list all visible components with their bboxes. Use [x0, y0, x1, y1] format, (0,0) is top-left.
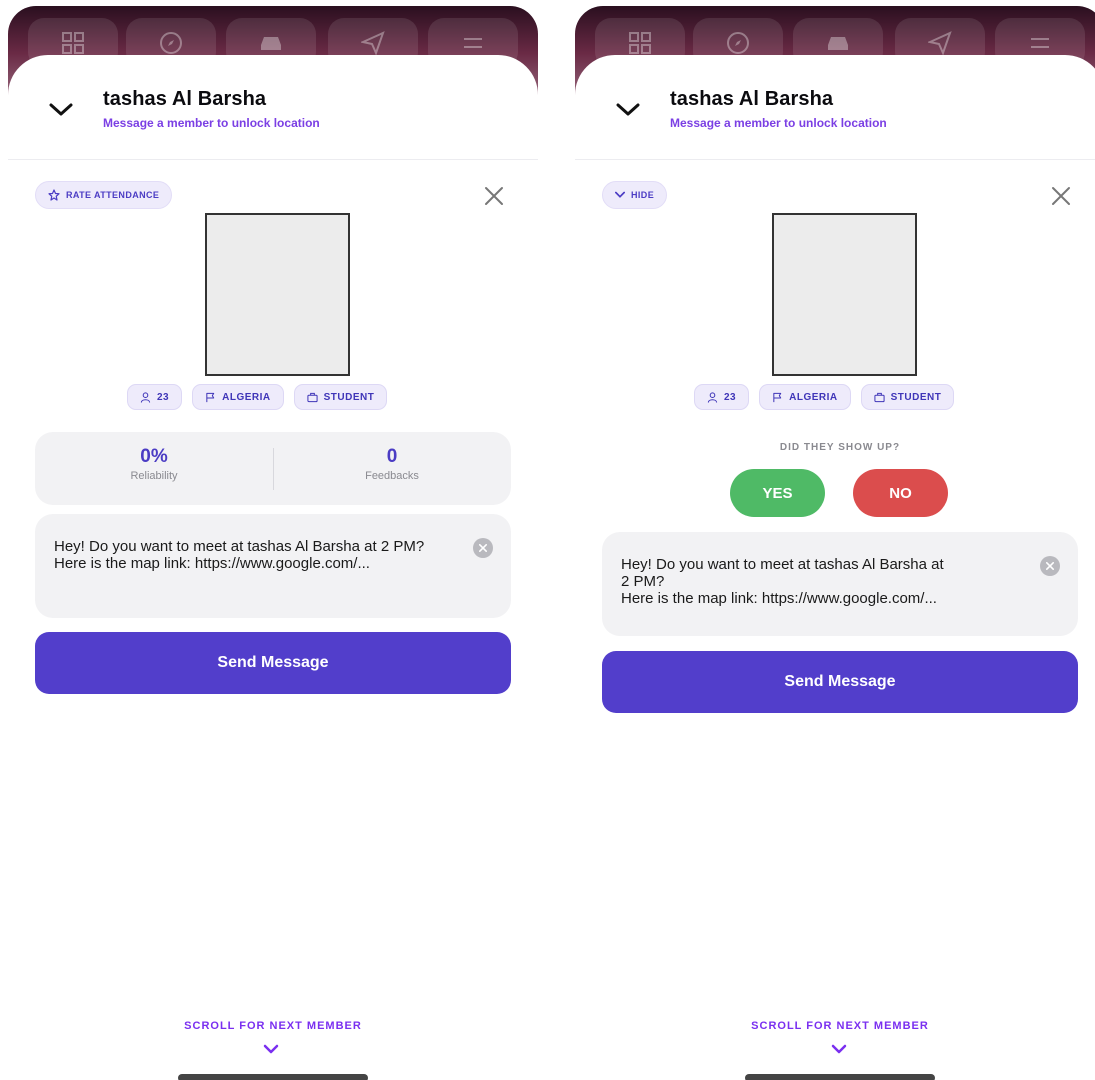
- hide-button[interactable]: HIDE: [602, 181, 668, 209]
- star-icon: [48, 189, 60, 201]
- grid-icon: [62, 32, 84, 54]
- home-indicator: [745, 1074, 935, 1080]
- scroll-hint: SCROLL FOR NEXT MEMBER: [751, 1020, 929, 1032]
- reliability-label: Reliability: [130, 470, 178, 482]
- paper-plane-icon: [361, 31, 385, 55]
- bottom-sheet: tashas Al Barsha Message a member to unl…: [575, 55, 1095, 1080]
- unlock-hint[interactable]: Message a member to unlock location: [670, 116, 887, 130]
- country-chip: ALGERIA: [759, 384, 851, 410]
- country-chip: ALGERIA: [192, 384, 284, 410]
- venue-title: tashas Al Barsha: [670, 88, 834, 110]
- clear-icon: [1046, 562, 1054, 570]
- hide-label: HIDE: [631, 190, 655, 200]
- age-chip: 23: [127, 384, 183, 410]
- briefcase-icon: [874, 392, 885, 402]
- close-icon[interactable]: [1049, 184, 1073, 208]
- unlock-hint[interactable]: Message a member to unlock location: [103, 116, 320, 130]
- age-value: 23: [724, 391, 737, 403]
- screen-rate-attendance: tashas Al Barsha Message a member to unl…: [8, 0, 538, 1080]
- bottom-sheet: tashas Al Barsha Message a member to unl…: [8, 55, 538, 1080]
- member-photo: [772, 213, 917, 376]
- message-text[interactable]: Hey! Do you want to meet at tashas Al Ba…: [54, 538, 464, 572]
- car-icon: [261, 37, 281, 50]
- stats-card: 0% Reliability 0 Feedbacks: [35, 432, 511, 505]
- sheet-header: tashas Al Barsha Message a member to unl…: [575, 55, 1095, 160]
- country-value: ALGERIA: [789, 391, 838, 403]
- car-icon: [828, 37, 848, 50]
- message-field[interactable]: Hey! Do you want to meet at tashas Al Ba…: [35, 514, 511, 618]
- scroll-chevron-icon[interactable]: [263, 1044, 279, 1054]
- flag-icon: [206, 392, 215, 402]
- compass-icon: [160, 32, 182, 54]
- person-icon: [140, 391, 151, 403]
- feedbacks-label: Feedbacks: [365, 470, 419, 482]
- home-indicator: [178, 1074, 368, 1080]
- grid-icon: [629, 32, 651, 54]
- paper-plane-icon: [928, 31, 952, 55]
- rate-attendance-button[interactable]: RATE ATTENDANCE: [35, 181, 173, 209]
- message-text[interactable]: Hey! Do you want to meet at tashas Al Ba…: [621, 556, 1031, 607]
- flag-icon: [773, 392, 782, 402]
- attendance-question: DID THEY SHOW UP?: [779, 442, 901, 453]
- close-icon[interactable]: [482, 184, 506, 208]
- message-field[interactable]: Hey! Do you want to meet at tashas Al Ba…: [602, 532, 1078, 636]
- scroll-hint: SCROLL FOR NEXT MEMBER: [184, 1020, 362, 1032]
- feedbacks-value: 0: [386, 446, 398, 467]
- venue-title: tashas Al Barsha: [103, 88, 267, 110]
- swap-icon: [1031, 38, 1049, 48]
- collapse-chevron-icon[interactable]: [48, 102, 74, 118]
- scroll-chevron-icon[interactable]: [831, 1044, 847, 1054]
- swap-icon: [464, 38, 482, 48]
- feedbacks-stat: 0 Feedbacks: [273, 446, 511, 482]
- clear-message-button[interactable]: [473, 538, 493, 558]
- member-photo: [205, 213, 350, 376]
- chevron-down-icon: [615, 191, 625, 198]
- screen-attendance-question: tashas Al Barsha Message a member to unl…: [575, 0, 1095, 1080]
- sheet-header: tashas Al Barsha Message a member to unl…: [8, 55, 538, 160]
- country-value: ALGERIA: [222, 391, 271, 403]
- occupation-chip: STUDENT: [860, 384, 955, 410]
- collapse-chevron-icon[interactable]: [615, 102, 641, 118]
- clear-message-button[interactable]: [1040, 556, 1060, 576]
- age-chip: 23: [694, 384, 750, 410]
- reliability-value: 0%: [140, 446, 168, 467]
- occupation-value: STUDENT: [323, 391, 375, 403]
- send-message-button[interactable]: Send Message: [602, 651, 1078, 713]
- member-chips: 23 ALGERIA STUDENT: [127, 384, 388, 410]
- person-icon: [707, 391, 718, 403]
- clear-icon: [479, 544, 487, 552]
- briefcase-icon: [307, 392, 318, 402]
- rate-attendance-label: RATE ATTENDANCE: [66, 190, 160, 200]
- occupation-chip: STUDENT: [293, 384, 388, 410]
- reliability-stat: 0% Reliability: [35, 446, 273, 482]
- no-button[interactable]: NO: [853, 469, 948, 517]
- yes-button[interactable]: YES: [730, 469, 825, 517]
- age-value: 23: [157, 391, 170, 403]
- occupation-value: STUDENT: [890, 391, 942, 403]
- compass-icon: [727, 32, 749, 54]
- member-chips: 23 ALGERIA STUDENT: [694, 384, 955, 410]
- send-message-button[interactable]: Send Message: [35, 632, 511, 694]
